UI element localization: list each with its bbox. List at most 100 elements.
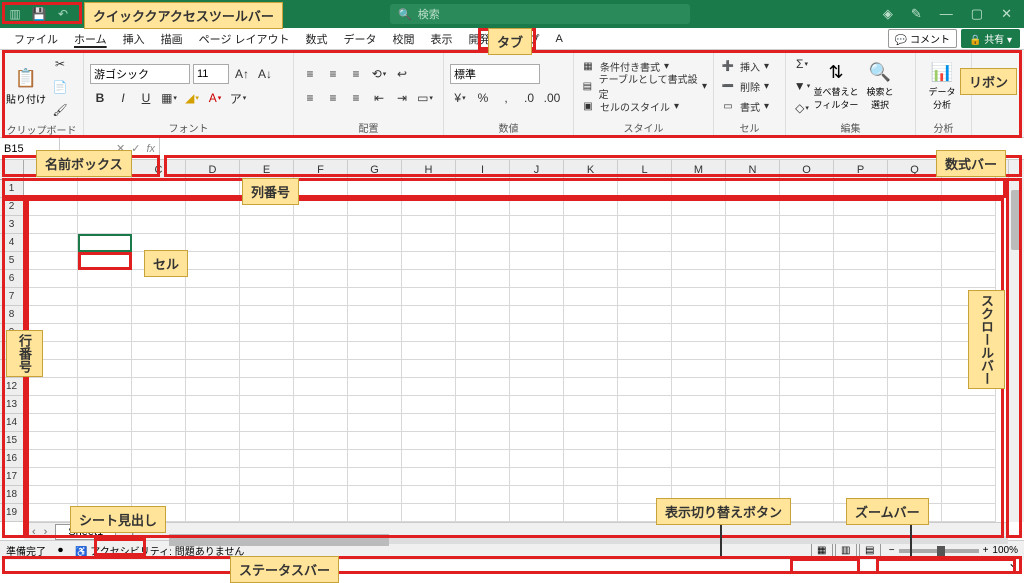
cell[interactable] <box>888 216 942 234</box>
cell[interactable] <box>456 360 510 378</box>
cell[interactable] <box>294 216 348 234</box>
cell[interactable] <box>726 450 780 468</box>
row-17[interactable]: 17 <box>0 468 23 486</box>
cell[interactable] <box>888 396 942 414</box>
cell[interactable] <box>672 306 726 324</box>
cell[interactable] <box>240 378 294 396</box>
cell[interactable] <box>456 216 510 234</box>
cell[interactable] <box>186 216 240 234</box>
cell[interactable] <box>726 306 780 324</box>
cell[interactable] <box>294 234 348 252</box>
cell[interactable] <box>24 234 78 252</box>
cell[interactable] <box>348 324 402 342</box>
number-format-select[interactable]: 標準 <box>450 64 540 84</box>
cell[interactable] <box>78 324 132 342</box>
cell[interactable] <box>24 468 78 486</box>
cell[interactable] <box>24 450 78 468</box>
cell[interactable] <box>186 288 240 306</box>
cell[interactable] <box>726 396 780 414</box>
cell[interactable] <box>348 504 402 522</box>
cell[interactable] <box>672 378 726 396</box>
col-N[interactable]: N <box>726 160 780 179</box>
cell[interactable] <box>78 180 132 198</box>
cell[interactable] <box>240 468 294 486</box>
row-2[interactable]: 2 <box>0 198 23 216</box>
zoom-control[interactable]: − + 100% <box>889 545 1018 556</box>
cell[interactable] <box>726 288 780 306</box>
cell[interactable] <box>402 216 456 234</box>
cell[interactable] <box>24 396 78 414</box>
cell[interactable] <box>132 216 186 234</box>
tab-file[interactable]: ファイル <box>6 29 66 49</box>
select-all-cell[interactable] <box>0 160 24 180</box>
insert-cells-button[interactable]: ➕挿入 ▾ <box>720 57 779 75</box>
cell[interactable] <box>402 486 456 504</box>
cell[interactable] <box>348 432 402 450</box>
cell[interactable] <box>348 486 402 504</box>
cell[interactable] <box>240 342 294 360</box>
cell[interactable] <box>510 468 564 486</box>
col-E[interactable]: E <box>240 160 294 179</box>
cell[interactable] <box>132 396 186 414</box>
cell[interactable] <box>402 252 456 270</box>
cell[interactable] <box>186 504 240 522</box>
cell[interactable] <box>942 396 996 414</box>
cell[interactable] <box>672 342 726 360</box>
cell[interactable] <box>402 360 456 378</box>
cell[interactable] <box>240 252 294 270</box>
cell[interactable] <box>24 414 78 432</box>
cell[interactable] <box>564 414 618 432</box>
cell[interactable] <box>78 270 132 288</box>
cell[interactable] <box>780 342 834 360</box>
cell[interactable] <box>78 414 132 432</box>
sheet-next-icon[interactable]: › <box>44 526 48 538</box>
cell[interactable] <box>294 252 348 270</box>
cell[interactable] <box>618 360 672 378</box>
autosum-icon[interactable]: Σ <box>792 54 812 74</box>
cell[interactable] <box>456 396 510 414</box>
cell[interactable] <box>510 360 564 378</box>
cell[interactable] <box>240 306 294 324</box>
cell[interactable] <box>132 450 186 468</box>
col-P[interactable]: P <box>834 160 888 179</box>
cell[interactable] <box>186 450 240 468</box>
sheet-prev-icon[interactable]: ‹ <box>32 526 36 538</box>
formula-bar[interactable] <box>160 138 1024 159</box>
cell[interactable] <box>132 378 186 396</box>
italic-icon[interactable]: I <box>113 88 133 108</box>
search-box[interactable]: 🔍 検索 <box>390 4 690 24</box>
cell[interactable] <box>132 414 186 432</box>
comma-icon[interactable]: , <box>496 88 516 108</box>
cell[interactable] <box>240 504 294 522</box>
cell[interactable] <box>510 432 564 450</box>
cell[interactable] <box>240 288 294 306</box>
currency-icon[interactable]: ¥ <box>450 88 470 108</box>
orientation-icon[interactable]: ⟲ <box>369 64 389 84</box>
cell[interactable] <box>24 252 78 270</box>
cell[interactable] <box>942 234 996 252</box>
cell[interactable] <box>888 288 942 306</box>
cell[interactable] <box>564 324 618 342</box>
cell[interactable] <box>294 342 348 360</box>
cell[interactable] <box>78 198 132 216</box>
col-C[interactable]: C <box>132 160 186 179</box>
underline-icon[interactable]: U <box>136 88 156 108</box>
cell[interactable] <box>618 396 672 414</box>
cell[interactable] <box>780 270 834 288</box>
fill-icon[interactable]: ▼ <box>792 76 812 96</box>
cell[interactable] <box>132 324 186 342</box>
cell[interactable] <box>24 216 78 234</box>
cell[interactable] <box>510 342 564 360</box>
diamond-icon[interactable]: ◈ <box>883 6 893 22</box>
bold-icon[interactable]: B <box>90 88 110 108</box>
cell[interactable] <box>456 288 510 306</box>
row-7[interactable]: 7 <box>0 288 23 306</box>
row-4[interactable]: 4 <box>0 234 23 252</box>
cell[interactable] <box>780 234 834 252</box>
cell[interactable] <box>780 450 834 468</box>
cell[interactable] <box>294 414 348 432</box>
cell[interactable] <box>888 360 942 378</box>
cell[interactable] <box>726 342 780 360</box>
cell[interactable] <box>294 324 348 342</box>
cell[interactable] <box>24 198 78 216</box>
